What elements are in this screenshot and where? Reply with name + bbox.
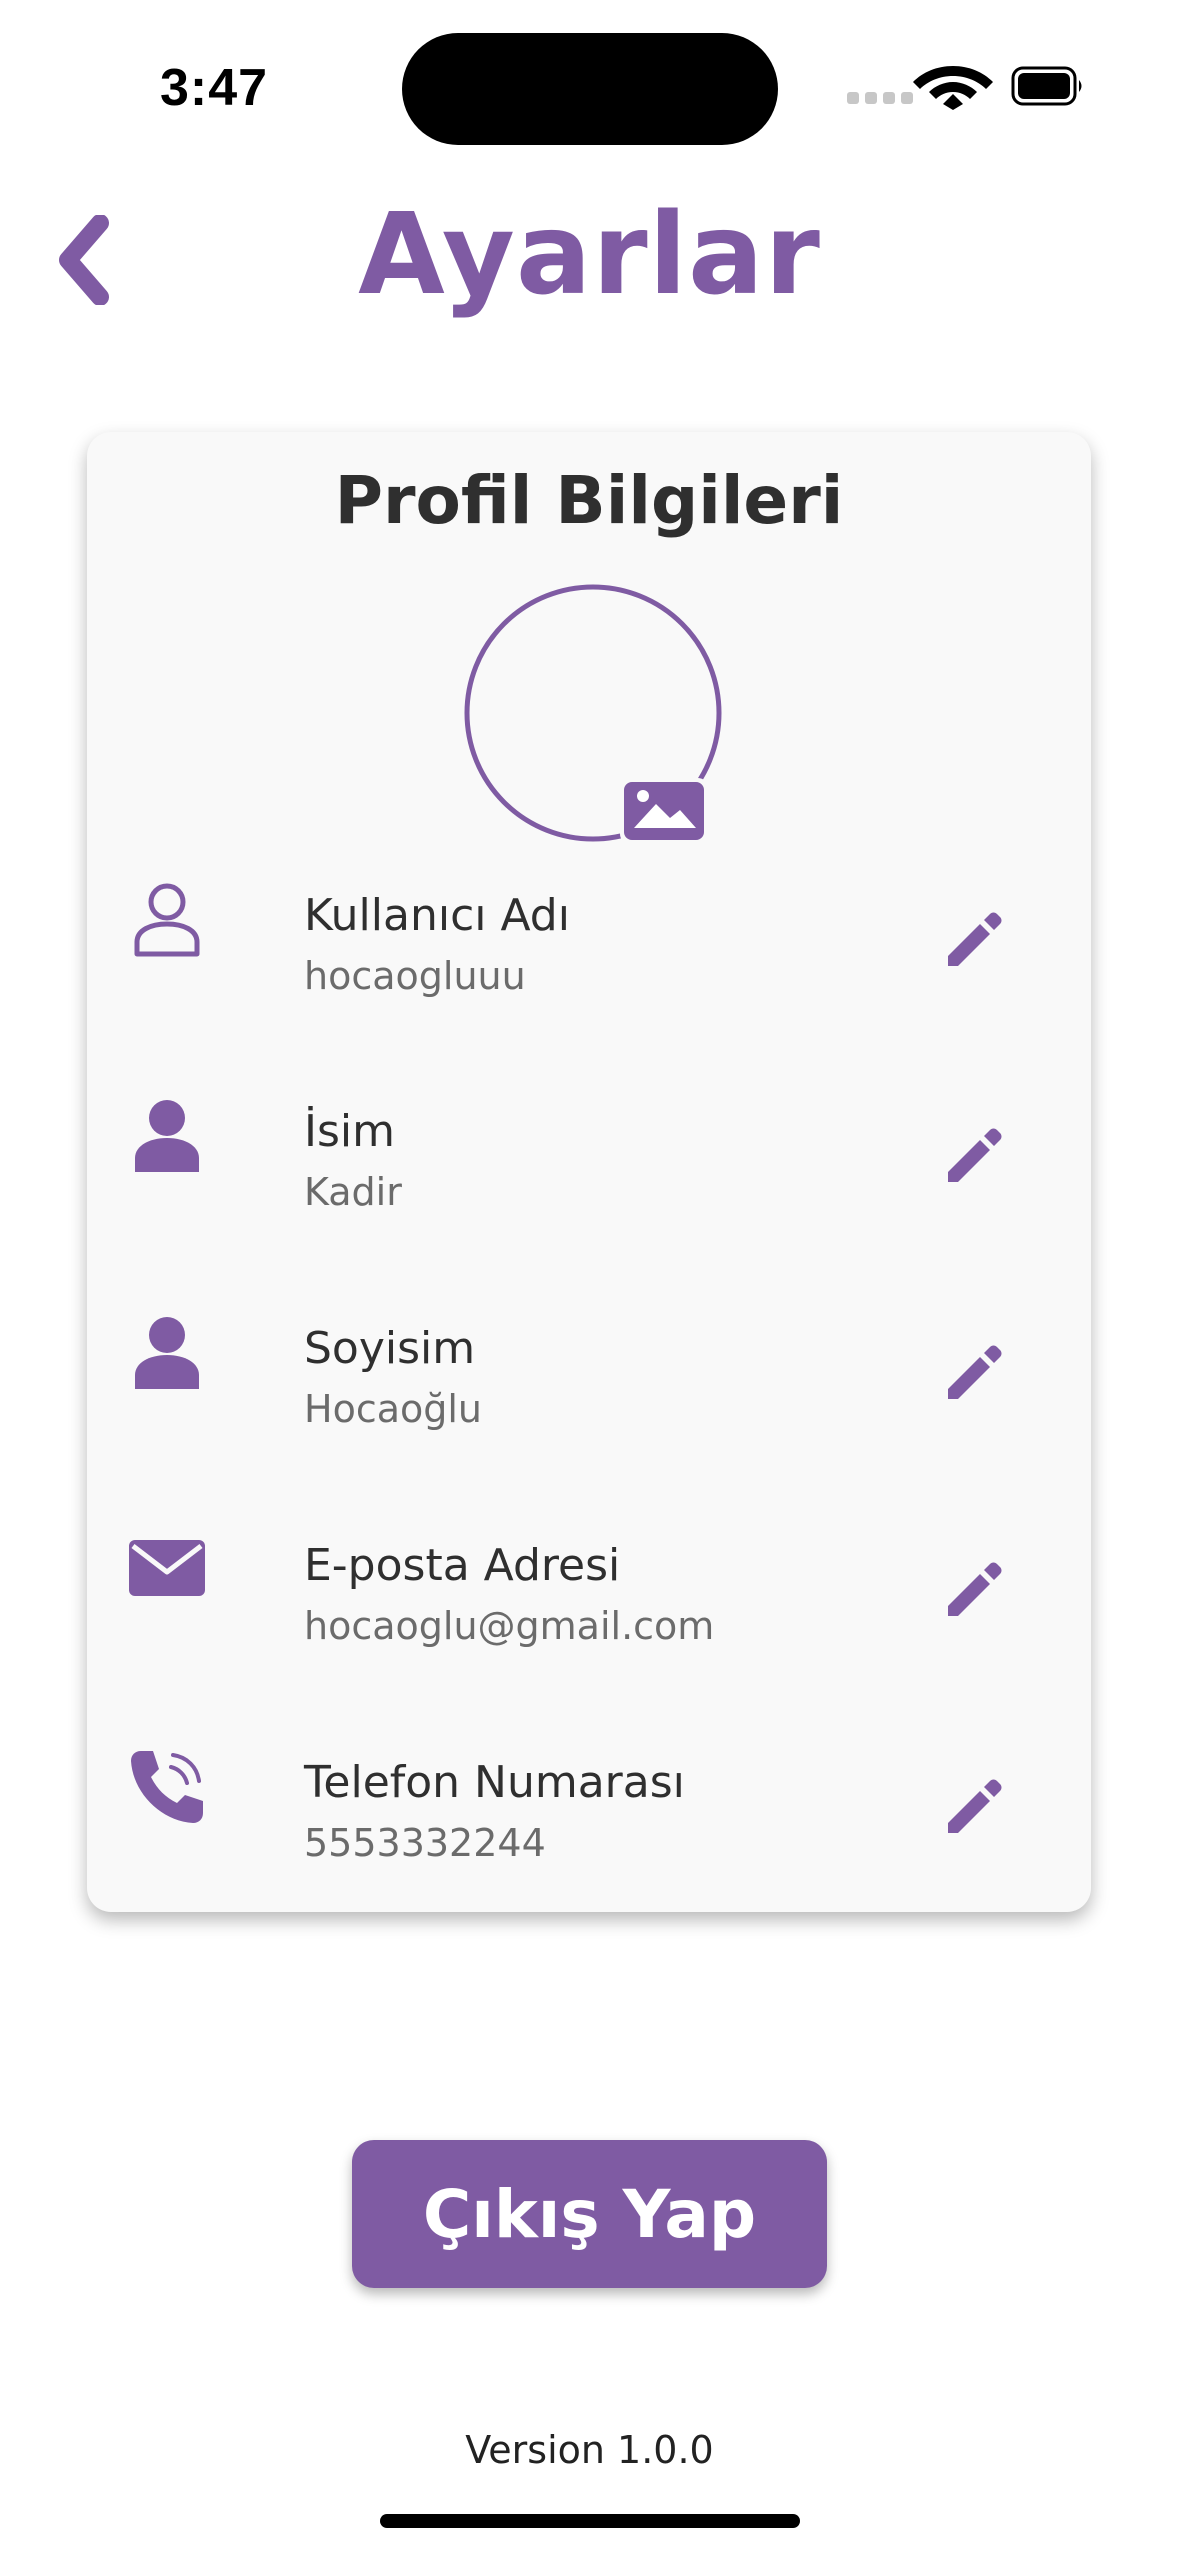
pencil-icon: [948, 1779, 1002, 1833]
version-text: Version 1.0.0: [465, 2428, 714, 2472]
dynamic-island: [402, 33, 778, 145]
avatar-picker[interactable]: [462, 582, 724, 844]
info-row-surname: Soyisim Hocaoğlu: [87, 1313, 1091, 1513]
page-title: Ayarlar: [358, 190, 821, 320]
field-value: hocaogluuu: [304, 954, 526, 998]
pencil-icon: [948, 1128, 1002, 1182]
info-row-username: Kullanıcı Adı hocaogluuu: [87, 880, 1091, 1080]
home-indicator[interactable]: [380, 2514, 800, 2528]
field-value: 5553332244: [304, 1821, 546, 1865]
field-label: Soyisim: [304, 1323, 476, 1374]
phone-icon: [131, 1751, 203, 1823]
card-title: Profil Bilgileri: [334, 462, 844, 539]
avatar-circle-left: [464, 584, 594, 842]
field-value: Hocaoğlu: [304, 1387, 483, 1431]
edit-phone-button[interactable]: [940, 1769, 1010, 1839]
field-label: Kullanıcı Adı: [304, 890, 570, 941]
battery-icon: [1011, 66, 1082, 106]
pencil-icon: [948, 912, 1002, 966]
edit-email-button[interactable]: [940, 1552, 1010, 1622]
status-time: 3:47: [160, 59, 269, 117]
field-value: hocaoglu@gmail.com: [304, 1604, 715, 1648]
info-row-email: E-posta Adresi hocaoglu@gmail.com: [87, 1530, 1091, 1730]
edit-username-button[interactable]: [940, 902, 1010, 972]
person-icon: [135, 1317, 199, 1389]
person-outline-icon: [134, 883, 200, 957]
info-row-name: İsim Kadir: [87, 1096, 1091, 1296]
mail-icon: [129, 1540, 205, 1596]
edit-name-button[interactable]: [940, 1118, 1010, 1188]
field-label: Telefon Numarası: [304, 1757, 685, 1808]
wifi-icon: [913, 66, 993, 110]
pencil-icon: [948, 1345, 1002, 1399]
status-icons: [847, 66, 1082, 110]
profile-card: Profil Bilgileri Kullanıcı Adı hocaogluu…: [87, 432, 1091, 1912]
field-label: E-posta Adresi: [304, 1540, 621, 1591]
cellular-signal-icon: [847, 92, 913, 104]
field-label: İsim: [304, 1106, 395, 1157]
image-icon[interactable]: [620, 778, 708, 844]
edit-surname-button[interactable]: [940, 1335, 1010, 1405]
person-icon: [135, 1100, 199, 1172]
status-bar: 3:47: [0, 0, 1179, 145]
logout-button[interactable]: Çıkış Yap: [352, 2140, 827, 2288]
field-value: Kadir: [304, 1170, 402, 1214]
info-row-phone: Telefon Numarası 5553332244: [87, 1747, 1091, 1947]
pencil-icon: [948, 1562, 1002, 1616]
